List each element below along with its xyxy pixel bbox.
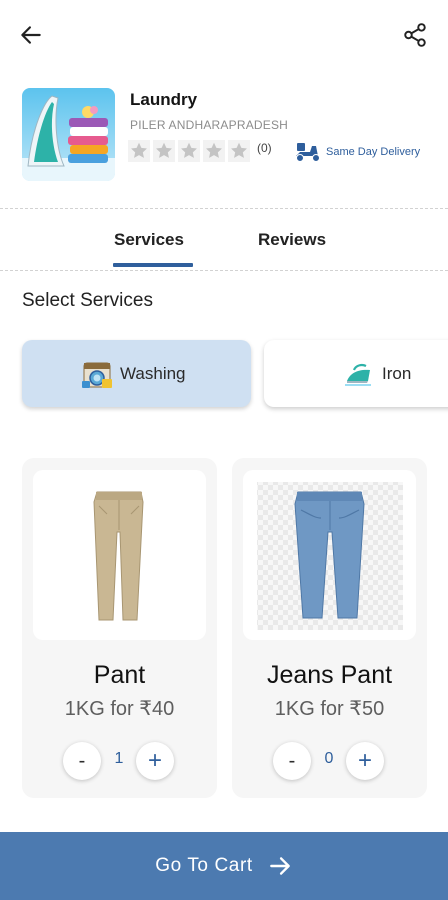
star-icon bbox=[128, 140, 150, 162]
scooter-icon bbox=[296, 143, 320, 162]
product-card: Jeans Pant 1KG for ₹50 - 0 + bbox=[232, 458, 427, 798]
star-icon bbox=[203, 140, 225, 162]
product-image bbox=[243, 470, 416, 640]
store-header: Laundry PILER ANDHARAPRADESH (0) Same Da… bbox=[22, 88, 432, 184]
star-icon bbox=[153, 140, 175, 162]
tab-services[interactable]: Services bbox=[114, 230, 184, 250]
chip-label: Iron bbox=[382, 363, 412, 383]
star-icon bbox=[228, 140, 250, 162]
laundry-logo-icon bbox=[22, 88, 115, 181]
product-price: 1KG for ₹40 bbox=[64, 698, 175, 720]
arrow-right-icon bbox=[269, 857, 290, 875]
rating-count: (0) bbox=[257, 141, 272, 155]
rating: (0) bbox=[128, 140, 272, 162]
chip-label: Washing bbox=[120, 363, 186, 383]
section-title: Select Services bbox=[22, 290, 153, 311]
active-tab-indicator bbox=[113, 263, 193, 267]
product-card: Pant 1KG for ₹40 - 1 + bbox=[22, 458, 217, 798]
divider bbox=[0, 208, 448, 209]
quantity-value: 1 bbox=[114, 750, 124, 767]
quantity-value: 0 bbox=[324, 750, 334, 767]
increase-button[interactable]: + bbox=[136, 742, 174, 780]
delivery-badge: Same Day Delivery bbox=[294, 140, 420, 164]
increase-button[interactable]: + bbox=[346, 742, 384, 780]
product-price: 1KG for ₹50 bbox=[274, 698, 385, 720]
decrease-button[interactable]: - bbox=[273, 742, 311, 780]
quantity-stepper: - 1 + bbox=[22, 742, 217, 780]
service-chip-washing[interactable]: Washing bbox=[22, 340, 251, 407]
pant-image bbox=[93, 491, 144, 621]
tab-bar: Services Reviews bbox=[0, 210, 448, 270]
top-bar bbox=[0, 0, 448, 70]
service-chip-iron[interactable]: Iron bbox=[264, 340, 448, 407]
cart-label: Go To Cart bbox=[155, 855, 253, 876]
iron-icon bbox=[345, 363, 371, 386]
tab-reviews[interactable]: Reviews bbox=[258, 230, 326, 250]
store-name: Laundry bbox=[130, 90, 198, 109]
go-to-cart-button[interactable]: Go To Cart bbox=[0, 832, 448, 900]
store-logo bbox=[22, 88, 115, 181]
star-icon bbox=[178, 140, 200, 162]
share-button[interactable] bbox=[398, 18, 432, 52]
arrow-left-icon bbox=[21, 26, 41, 44]
quantity-stepper: - 0 + bbox=[232, 742, 427, 780]
delivery-label: Same Day Delivery bbox=[326, 146, 421, 158]
product-image bbox=[33, 470, 206, 640]
divider bbox=[0, 270, 448, 271]
product-name: Jeans Pant bbox=[266, 661, 393, 689]
back-button[interactable] bbox=[14, 18, 48, 52]
share-icon bbox=[404, 23, 426, 47]
decrease-button[interactable]: - bbox=[63, 742, 101, 780]
jeans-image bbox=[257, 482, 403, 630]
store-location: PILER ANDHARAPRADESH bbox=[130, 118, 289, 132]
washing-machine-icon bbox=[82, 362, 112, 388]
product-name: Pant bbox=[93, 661, 146, 689]
